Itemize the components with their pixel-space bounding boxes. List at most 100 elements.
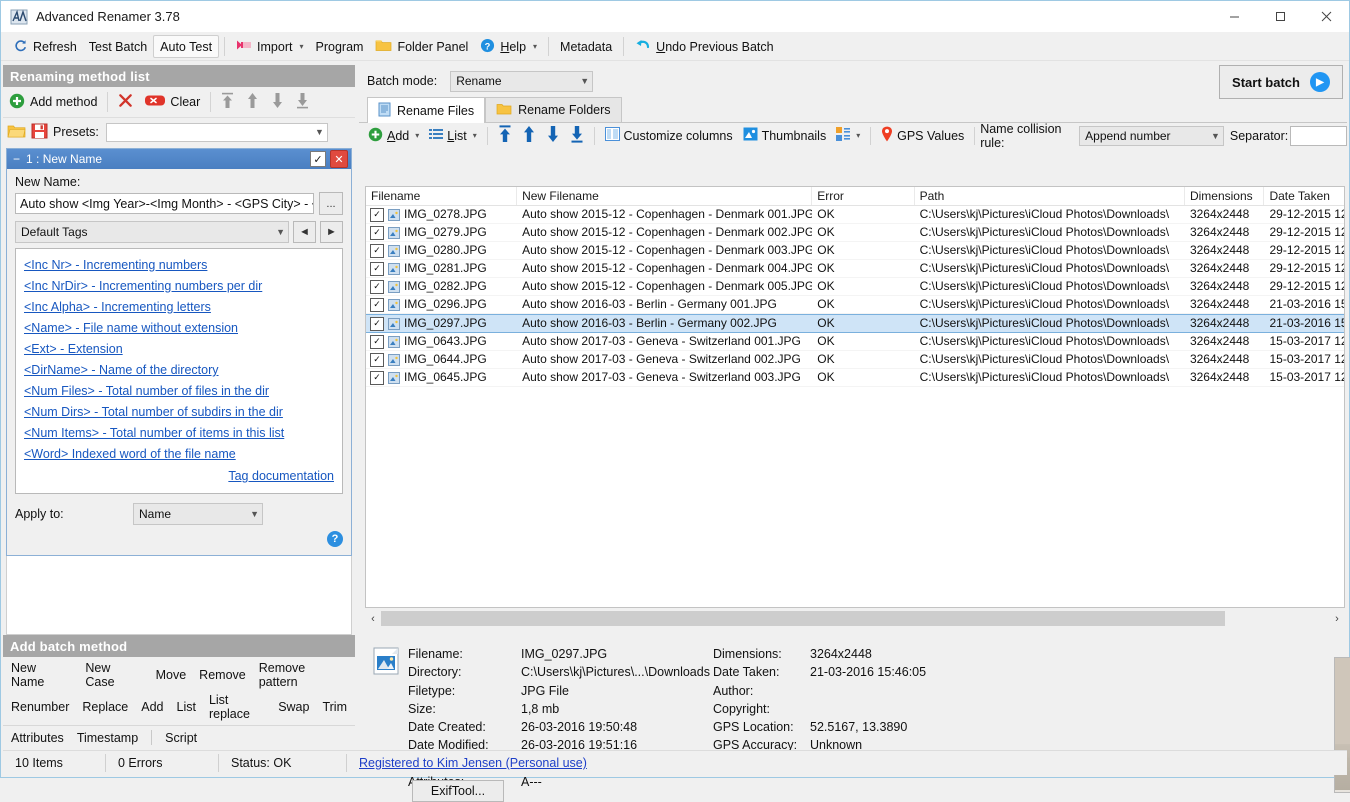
- registration-link[interactable]: Registered to Kim Jensen (Personal use): [359, 756, 587, 770]
- add-method-button[interactable]: Add method: [3, 90, 103, 114]
- table-row[interactable]: ✓IMG_0645.JPGAuto show 2017-03 - Geneva …: [366, 369, 1344, 387]
- batch-mode-dropdown[interactable]: Rename ▼: [450, 71, 593, 92]
- tag-link[interactable]: <Name> - File name without extension: [24, 318, 334, 339]
- batch-method-new-name[interactable]: New Name: [11, 661, 72, 689]
- list-move-up-button[interactable]: [517, 125, 541, 146]
- row-checkbox[interactable]: ✓: [370, 244, 384, 258]
- gps-values-button[interactable]: GPS Values: [876, 125, 969, 146]
- tag-documentation-link[interactable]: Tag documentation: [228, 466, 334, 487]
- method-remove-button[interactable]: ✕: [330, 150, 348, 168]
- chevron-down-icon[interactable]: ▾: [856, 131, 860, 140]
- batch-method-swap[interactable]: Swap: [278, 700, 309, 714]
- minimize-button[interactable]: [1211, 1, 1257, 32]
- move-to-bottom-button[interactable]: [290, 90, 315, 114]
- tag-link[interactable]: <Inc Alpha> - Incrementing letters: [24, 297, 334, 318]
- list-move-to-bottom-button[interactable]: [565, 125, 589, 146]
- list-button[interactable]: List ▾: [424, 125, 481, 146]
- separator-input[interactable]: [1290, 126, 1347, 146]
- exiftool-button[interactable]: ExifTool...: [412, 780, 504, 802]
- row-checkbox[interactable]: ✓: [370, 280, 384, 294]
- table-row[interactable]: ✓IMG_0644.JPGAuto show 2017-03 - Geneva …: [366, 351, 1344, 369]
- table-row[interactable]: ✓IMG_0297.JPGAuto show 2016-03 - Berlin …: [366, 314, 1344, 333]
- refresh-button[interactable]: Refresh: [7, 35, 83, 58]
- row-checkbox[interactable]: ✓: [370, 298, 384, 312]
- list-move-to-top-button[interactable]: [493, 125, 517, 146]
- batch-method-move[interactable]: Move: [156, 668, 187, 682]
- batch-method-add[interactable]: Add: [141, 700, 163, 714]
- tag-link[interactable]: <Inc Nr> - Incrementing numbers: [24, 255, 334, 276]
- row-checkbox[interactable]: ✓: [370, 371, 384, 385]
- table-row[interactable]: ✓IMG_0280.JPGAuto show 2015-12 - Copenha…: [366, 242, 1344, 260]
- close-button[interactable]: [1303, 1, 1349, 32]
- folder-panel-button[interactable]: Folder Panel: [369, 35, 474, 58]
- open-folder-icon[interactable]: [7, 123, 26, 142]
- tab-rename-folders[interactable]: Rename Folders: [485, 97, 621, 122]
- table-row[interactable]: ✓IMG_0279.JPGAuto show 2015-12 - Copenha…: [366, 224, 1344, 242]
- clear-button[interactable]: Clear: [139, 90, 206, 114]
- batch-method-remove-pattern[interactable]: Remove pattern: [259, 661, 347, 689]
- table-row[interactable]: ✓IMG_0281.JPGAuto show 2015-12 - Copenha…: [366, 260, 1344, 278]
- batch-method-replace[interactable]: Replace: [82, 700, 128, 714]
- tab-rename-files[interactable]: Rename Files: [367, 97, 485, 123]
- method-enabled-checkbox[interactable]: ✓: [310, 151, 326, 167]
- table-row[interactable]: ✓IMG_0643.JPGAuto show 2017-03 - Geneva …: [366, 333, 1344, 351]
- row-checkbox[interactable]: ✓: [370, 353, 384, 367]
- tag-group-prev-button[interactable]: ◄: [293, 221, 316, 243]
- column-header-dimensions[interactable]: Dimensions: [1185, 187, 1265, 205]
- row-checkbox[interactable]: ✓: [370, 317, 384, 331]
- remove-method-button[interactable]: [112, 90, 139, 114]
- batch-method-timestamp[interactable]: Timestamp: [77, 731, 138, 745]
- tag-link[interactable]: <Num Files> - Total number of files in t…: [24, 381, 334, 402]
- auto-test-button[interactable]: Auto Test: [153, 35, 219, 58]
- tag-group-dropdown[interactable]: Default Tags ▼: [15, 221, 289, 243]
- column-header-error[interactable]: Error: [812, 187, 914, 205]
- tag-link[interactable]: <Ext> - Extension: [24, 339, 334, 360]
- scroll-left-arrow-icon[interactable]: ‹: [365, 613, 381, 625]
- row-checkbox[interactable]: ✓: [370, 208, 384, 222]
- chevron-down-icon[interactable]: ▾: [533, 42, 537, 51]
- method-help-icon[interactable]: ?: [327, 531, 343, 547]
- collapse-toggle-icon[interactable]: −: [13, 152, 20, 166]
- start-batch-button[interactable]: Start batch ▶: [1219, 65, 1343, 99]
- move-up-button[interactable]: [240, 90, 265, 114]
- batch-method-new-case[interactable]: New Case: [85, 661, 142, 689]
- new-name-browse-button[interactable]: ...: [319, 192, 343, 215]
- move-to-top-button[interactable]: [215, 90, 240, 114]
- save-icon[interactable]: [31, 123, 48, 142]
- column-header-date-taken[interactable]: Date Taken: [1264, 187, 1344, 205]
- maximize-button[interactable]: [1257, 1, 1303, 32]
- file-list-horizontal-scrollbar[interactable]: ‹ ›: [365, 610, 1345, 627]
- tag-link[interactable]: <Num Items> - Total number of items in t…: [24, 423, 334, 444]
- chevron-down-icon[interactable]: ▾: [473, 131, 477, 140]
- table-row[interactable]: ✓IMG_0278.JPGAuto show 2015-12 - Copenha…: [366, 206, 1344, 224]
- presets-dropdown[interactable]: ▼: [106, 123, 328, 142]
- program-button[interactable]: Program: [310, 35, 370, 58]
- add-files-button[interactable]: Add ▾: [363, 125, 424, 146]
- view-options-button[interactable]: ▾: [831, 125, 865, 146]
- help-button[interactable]: ? Help ▾: [474, 35, 543, 58]
- test-batch-button[interactable]: Test Batch: [83, 35, 153, 58]
- scroll-right-arrow-icon[interactable]: ›: [1329, 613, 1345, 625]
- tag-link[interactable]: <Inc NrDir> - Incrementing numbers per d…: [24, 276, 334, 297]
- metadata-button[interactable]: Metadata: [554, 35, 618, 58]
- table-row[interactable]: ✓IMG_0282.JPGAuto show 2015-12 - Copenha…: [366, 278, 1344, 296]
- method-card-header[interactable]: − 1 : New Name ✓ ✕: [7, 149, 351, 169]
- batch-method-attributes[interactable]: Attributes: [11, 731, 64, 745]
- column-header-path[interactable]: Path: [915, 187, 1185, 205]
- column-header-new-filename[interactable]: New Filename: [517, 187, 812, 205]
- chevron-down-icon[interactable]: ▾: [415, 131, 419, 140]
- chevron-down-icon[interactable]: ▾: [299, 42, 303, 51]
- batch-method-list[interactable]: List: [177, 700, 196, 714]
- batch-method-renumber[interactable]: Renumber: [11, 700, 69, 714]
- file-list-grid[interactable]: Filename New Filename Error Path Dimensi…: [365, 186, 1345, 608]
- batch-method-remove[interactable]: Remove: [199, 668, 246, 682]
- row-checkbox[interactable]: ✓: [370, 262, 384, 276]
- thumbnails-button[interactable]: Thumbnails: [738, 125, 832, 146]
- tag-link[interactable]: <Num Dirs> - Total number of subdirs in …: [24, 402, 334, 423]
- tag-link[interactable]: <DirName> - Name of the directory: [24, 360, 334, 381]
- batch-method-script[interactable]: Script: [165, 731, 197, 745]
- method-list-empty-area[interactable]: [6, 556, 352, 635]
- column-header-filename[interactable]: Filename: [366, 187, 517, 205]
- tag-link[interactable]: <Word> Indexed word of the file name: [24, 444, 334, 465]
- tag-group-next-button[interactable]: ►: [320, 221, 343, 243]
